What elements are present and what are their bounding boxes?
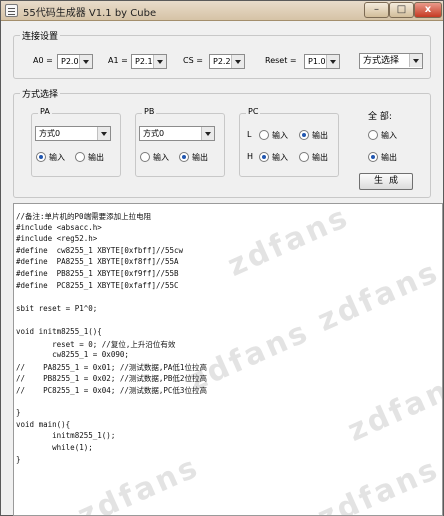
- reset-select[interactable]: P1.0: [304, 54, 340, 69]
- a1-select[interactable]: P2.1: [131, 54, 167, 69]
- watermark: zdfans: [312, 451, 443, 516]
- mode-selection-legend: 方式选择: [20, 87, 61, 100]
- close-button[interactable]: x: [414, 2, 442, 18]
- all-input-label: 输入: [381, 131, 397, 140]
- chevron-down-icon: [153, 55, 166, 68]
- code-line: while(1);: [16, 443, 93, 452]
- chevron-down-icon: [326, 55, 339, 68]
- code-line: void main(){: [16, 419, 71, 429]
- watermark: zdfans: [342, 364, 443, 449]
- pa-output-radio[interactable]: [75, 152, 85, 162]
- connection-settings-legend: 连接设置: [20, 29, 61, 42]
- pc-legend: PC: [246, 107, 261, 116]
- a0-select[interactable]: P2.0: [57, 54, 93, 69]
- pb-input-label: 输入: [153, 153, 169, 162]
- code-line: //备注:单片机的P0端需要添加上拉电阻: [16, 212, 152, 221]
- code-line: #define PA8255_1 XBYTE[0xf8ff]//55A: [16, 257, 179, 267]
- app-window: 55代码生成器 V1.1 by Cube – □ x 连接设置 A0 = P2.…: [0, 0, 444, 516]
- pb-output-label: 输出: [192, 153, 208, 162]
- code-line: sbit reset = P1^0;: [16, 303, 98, 313]
- a0-label: A0 =: [33, 56, 53, 65]
- pc-low-output-radio[interactable]: [299, 130, 309, 140]
- pa-mode-select[interactable]: 方式0: [35, 126, 111, 141]
- code-line: }: [16, 408, 21, 418]
- pc-high-output-radio[interactable]: [299, 152, 309, 162]
- pa-legend: PA: [38, 107, 52, 116]
- all-output-radio[interactable]: [368, 152, 378, 162]
- pb-output-radio[interactable]: [179, 152, 189, 162]
- pc-group: PC: [239, 107, 339, 177]
- a0-value: P2.0: [61, 57, 79, 66]
- code-line: initm8255_1();: [16, 431, 116, 441]
- all-input-radio[interactable]: [368, 130, 378, 140]
- code-line: #include <reg52.h>: [16, 234, 98, 244]
- minimize-button[interactable]: –: [364, 2, 389, 18]
- pb-mode-select[interactable]: 方式0: [139, 126, 215, 141]
- watermark: zdfans: [312, 254, 443, 339]
- chevron-down-icon: [97, 127, 110, 140]
- watermark: zdfans: [222, 203, 355, 284]
- chevron-down-icon: [231, 55, 244, 68]
- pc-low-output-label: 输出: [312, 131, 328, 140]
- pa-mode-value: 方式0: [39, 129, 61, 138]
- pc-low-input-radio[interactable]: [259, 130, 269, 140]
- pa-group: PA: [31, 107, 121, 177]
- a1-value: P2.1: [135, 57, 153, 66]
- pa-input-label: 输入: [49, 153, 65, 162]
- pb-legend: PB: [142, 107, 157, 116]
- cs-label: CS =: [183, 56, 203, 65]
- code-line: // PB8255_1 = 0x02; //测试数据,PB低2位拉高: [16, 374, 207, 384]
- watermark: zdfans: [72, 449, 205, 516]
- code-line: #define cw8255_1 XBYTE[0xfbff]//55cw: [16, 245, 184, 255]
- pb-group: PB: [135, 107, 225, 177]
- a1-label: A1 =: [108, 56, 128, 65]
- chevron-down-icon: [201, 127, 214, 140]
- title-bar[interactable]: 55代码生成器 V1.1 by Cube – □ x: [1, 1, 443, 21]
- maximize-button[interactable]: □: [389, 2, 414, 18]
- mode-select-dropdown[interactable]: 方式选择: [359, 53, 423, 69]
- pc-low-label: L: [247, 130, 252, 139]
- code-line: #define PC8255_1 XBYTE[0xfaff]//55C: [16, 280, 179, 290]
- chevron-down-icon: [79, 55, 92, 68]
- cs-value: P2.2: [213, 57, 231, 66]
- cs-select[interactable]: P2.2: [209, 54, 245, 69]
- mode-select-value: 方式选择: [363, 56, 400, 66]
- reset-label: Reset =: [265, 56, 297, 65]
- pc-high-output-label: 输出: [312, 153, 328, 162]
- code-line: // PC8255_1 = 0x04; //测试数据,PC低3位拉高: [16, 386, 207, 395]
- pc-high-input-radio[interactable]: [259, 152, 269, 162]
- pc-high-label: H: [247, 152, 254, 161]
- pc-low-input-label: 输入: [272, 131, 288, 140]
- code-line: reset = 0; //复位,上升沿位有效: [16, 339, 176, 349]
- app-icon: [5, 4, 18, 17]
- code-editor[interactable]: zdfans zdfans zdfans zdfans zdfans zdfan…: [13, 203, 443, 516]
- window-title: 55代码生成器 V1.1 by Cube: [23, 8, 157, 19]
- code-line: void initm8255_1(){: [16, 327, 102, 336]
- generate-button[interactable]: 生成: [359, 173, 413, 190]
- chevron-down-icon: [409, 54, 422, 67]
- pa-output-label: 输出: [88, 153, 104, 162]
- pa-input-radio[interactable]: [36, 152, 46, 162]
- code-line: // PA8255_1 = 0x01; //测试数据,PA低1位拉高: [16, 362, 207, 372]
- code-line: }: [16, 454, 21, 464]
- code-line: #define PB8255_1 XBYTE[0xf9ff]//55B: [16, 269, 179, 278]
- reset-value: P1.0: [308, 57, 326, 66]
- code-line: #include <absacc.h>: [16, 222, 102, 232]
- all-output-label: 输出: [381, 153, 397, 162]
- all-ports-label: 全 部:: [368, 112, 392, 122]
- code-line: cw8255_1 = 0x090;: [16, 350, 129, 360]
- pb-input-radio[interactable]: [140, 152, 150, 162]
- pb-mode-value: 方式0: [143, 129, 165, 138]
- pc-high-input-label: 输入: [272, 153, 288, 162]
